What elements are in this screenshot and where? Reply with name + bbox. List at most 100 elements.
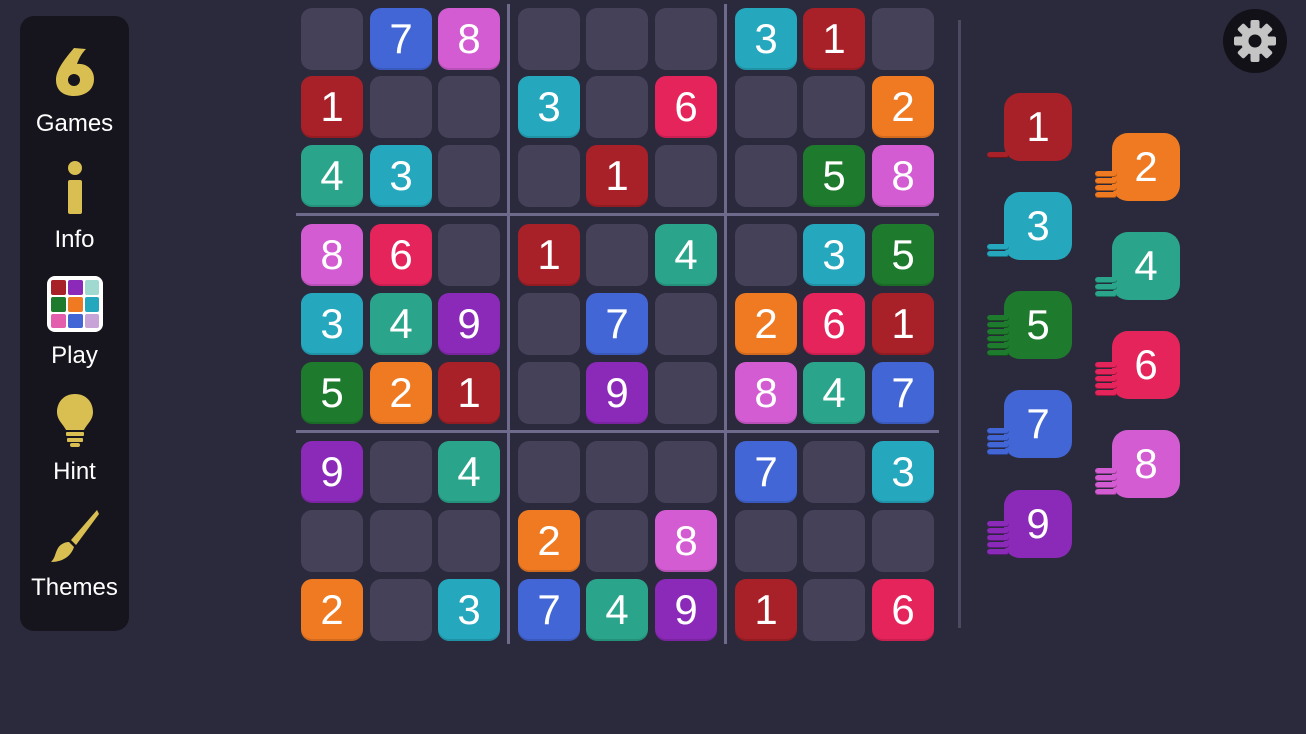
palette-number-3[interactable]: 3 xyxy=(1004,192,1072,260)
settings-button[interactable] xyxy=(1223,9,1287,73)
coin xyxy=(1095,475,1117,481)
board-cell[interactable]: 9 xyxy=(301,441,363,503)
board-cell[interactable] xyxy=(872,8,934,70)
board-cell[interactable] xyxy=(586,441,648,503)
board-cell[interactable]: 6 xyxy=(803,293,865,355)
board-cell[interactable]: 3 xyxy=(803,224,865,286)
board-cell[interactable] xyxy=(518,362,580,424)
board-cell[interactable]: 1 xyxy=(586,145,648,207)
board-cell[interactable] xyxy=(655,362,717,424)
sidebar: Games Info Play Hint Themes xyxy=(20,16,129,631)
board-cell[interactable] xyxy=(803,76,865,138)
sidebar-item-games[interactable]: Games xyxy=(20,36,129,146)
board-cell[interactable]: 1 xyxy=(872,293,934,355)
board-cell[interactable] xyxy=(518,293,580,355)
board-cell[interactable]: 3 xyxy=(735,8,797,70)
board-cell[interactable]: 8 xyxy=(438,8,500,70)
board-cell[interactable] xyxy=(518,441,580,503)
board-cell[interactable]: 5 xyxy=(301,362,363,424)
board-cell[interactable]: 8 xyxy=(655,510,717,572)
board-cell[interactable]: 3 xyxy=(301,293,363,355)
board-cell[interactable]: 1 xyxy=(438,362,500,424)
board-cell[interactable]: 9 xyxy=(655,579,717,641)
board-cell[interactable] xyxy=(872,510,934,572)
board-cell[interactable]: 6 xyxy=(370,224,432,286)
board-cell[interactable]: 7 xyxy=(370,8,432,70)
board-cell[interactable] xyxy=(655,145,717,207)
board-cell[interactable] xyxy=(301,510,363,572)
board-cell[interactable]: 3 xyxy=(518,76,580,138)
palette-number-2[interactable]: 2 xyxy=(1112,133,1180,201)
board-cell[interactable] xyxy=(370,510,432,572)
board-cell[interactable] xyxy=(586,8,648,70)
board-cell[interactable] xyxy=(438,145,500,207)
board-cell[interactable]: 4 xyxy=(803,362,865,424)
board-cell[interactable]: 5 xyxy=(872,224,934,286)
board-cell[interactable]: 2 xyxy=(872,76,934,138)
board-cell[interactable]: 9 xyxy=(438,293,500,355)
board-cell[interactable] xyxy=(735,224,797,286)
board-cell[interactable] xyxy=(370,76,432,138)
board-cell[interactable]: 4 xyxy=(586,579,648,641)
board-cell[interactable]: 7 xyxy=(518,579,580,641)
board-cell[interactable] xyxy=(803,441,865,503)
board-cell[interactable] xyxy=(438,224,500,286)
palette-number-5[interactable]: 5 xyxy=(1004,291,1072,359)
palette-number-7[interactable]: 7 xyxy=(1004,390,1072,458)
board-cell[interactable]: 4 xyxy=(655,224,717,286)
board-cell[interactable] xyxy=(518,8,580,70)
board-cell[interactable]: 9 xyxy=(586,362,648,424)
board-cell[interactable]: 7 xyxy=(586,293,648,355)
board-cell[interactable] xyxy=(803,579,865,641)
board-cell[interactable] xyxy=(370,579,432,641)
board-cell[interactable]: 2 xyxy=(301,579,363,641)
board-cell[interactable]: 3 xyxy=(872,441,934,503)
board-cell[interactable]: 8 xyxy=(735,362,797,424)
board-cell[interactable] xyxy=(438,76,500,138)
sidebar-item-play[interactable]: Play xyxy=(20,268,129,378)
palette-number-1[interactable]: 1 xyxy=(1004,93,1072,161)
palette-number-4[interactable]: 4 xyxy=(1112,232,1180,300)
board-cell[interactable]: 2 xyxy=(518,510,580,572)
board-cell[interactable] xyxy=(655,441,717,503)
board-cell[interactable]: 4 xyxy=(301,145,363,207)
board-cell[interactable] xyxy=(803,510,865,572)
board-cell[interactable]: 2 xyxy=(370,362,432,424)
board-cell[interactable] xyxy=(518,145,580,207)
board-cell[interactable]: 8 xyxy=(301,224,363,286)
board-cell[interactable]: 6 xyxy=(872,579,934,641)
board-cell[interactable] xyxy=(735,510,797,572)
board-cell[interactable] xyxy=(655,293,717,355)
board-cell[interactable]: 6 xyxy=(655,76,717,138)
board-cell[interactable]: 1 xyxy=(735,579,797,641)
board-cell[interactable]: 1 xyxy=(301,76,363,138)
board-cell[interactable]: 1 xyxy=(803,8,865,70)
board-cell[interactable]: 1 xyxy=(518,224,580,286)
board-cell[interactable] xyxy=(438,510,500,572)
board-cell[interactable]: 3 xyxy=(370,145,432,207)
board-cell[interactable] xyxy=(586,76,648,138)
board-cell[interactable]: 2 xyxy=(735,293,797,355)
board-cell[interactable] xyxy=(586,224,648,286)
board-cell[interactable]: 4 xyxy=(370,293,432,355)
palette-number-9[interactable]: 9 xyxy=(1004,490,1072,558)
sidebar-item-hint[interactable]: Hint xyxy=(20,384,129,494)
board-cell[interactable] xyxy=(301,8,363,70)
board-cell[interactable]: 7 xyxy=(735,441,797,503)
palette-number-8[interactable]: 8 xyxy=(1112,430,1180,498)
board-cell[interactable] xyxy=(655,8,717,70)
board-cell[interactable] xyxy=(735,76,797,138)
board-cell[interactable]: 7 xyxy=(872,362,934,424)
board-cell[interactable] xyxy=(735,145,797,207)
box-divider xyxy=(507,4,510,644)
board-cell[interactable]: 3 xyxy=(438,579,500,641)
coin xyxy=(1095,489,1117,495)
palette-number-6[interactable]: 6 xyxy=(1112,331,1180,399)
board-cell[interactable]: 5 xyxy=(803,145,865,207)
sidebar-item-info[interactable]: Info xyxy=(20,152,129,262)
board-cell[interactable]: 8 xyxy=(872,145,934,207)
board-cell[interactable] xyxy=(370,441,432,503)
board-cell[interactable]: 4 xyxy=(438,441,500,503)
sidebar-item-themes[interactable]: Themes xyxy=(20,500,129,610)
board-cell[interactable] xyxy=(586,510,648,572)
